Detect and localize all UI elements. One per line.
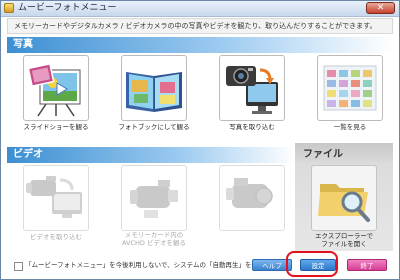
app-window: ムービーフォトメニュー ✕ メモリーカードやデジタルカメラ / ビデオカメラの中… <box>0 0 400 280</box>
description-text: メモリーカードやデジタルカメラ / ビデオカメラの中の写真やビデオを観たり、取り… <box>14 22 377 30</box>
slideshow-label: スライドショーを観る <box>23 123 89 131</box>
grid-view-icon <box>323 65 377 111</box>
avchd-video-item: メモリーカード内の AVCHD ビデオを観る <box>111 165 197 247</box>
open-explorer-label-line2: ファイルを開く <box>321 240 367 248</box>
video-section-header: ビデオ <box>7 147 295 163</box>
import-photos-label: 写真を取り込む <box>229 123 275 131</box>
slideshow-thumbnail <box>23 55 89 121</box>
open-explorer-label-line1: エクスプローラーで <box>315 232 373 240</box>
avchd-video-label-line2: AVCHD ビデオを観る <box>122 239 186 247</box>
folder-search-icon <box>318 184 370 222</box>
slideshow-icon <box>27 63 81 117</box>
view-list-thumbnail <box>317 55 383 121</box>
disable-menu-checkbox[interactable] <box>14 262 23 271</box>
description-bar: メモリーカードやデジタルカメラ / ビデオカメラの中の写真やビデオを観たり、取り… <box>7 18 393 34</box>
title-bar[interactable]: ムービーフォトメニュー ✕ <box>1 1 399 17</box>
photobook-label: フォトブックにして観る <box>118 123 190 131</box>
view-list-item[interactable]: 一覧を見る <box>307 55 393 137</box>
file-panel: ファイル エクスプローラーで ファイルを開く <box>295 143 393 251</box>
video-camera-icon <box>130 180 178 218</box>
handycam-icon <box>226 178 273 208</box>
avchd-video-thumbnail <box>121 165 187 231</box>
video-camera-item <box>209 165 295 247</box>
import-photos-item[interactable]: 写真を取り込む <box>209 55 295 137</box>
photobook-thumbnail <box>121 55 187 121</box>
settings-highlight-annotation <box>286 251 338 277</box>
video-camera-thumbnail <box>219 165 285 231</box>
open-explorer-item[interactable]: エクスプローラーで ファイルを開く <box>301 165 387 248</box>
import-video-item: ビデオを取り込む <box>13 165 99 247</box>
app-icon <box>4 3 14 13</box>
exit-button[interactable]: 終了 <box>347 259 387 271</box>
file-section-header: ファイル <box>303 149 343 160</box>
video-camera-to-monitor-icon <box>26 176 82 218</box>
photobook-item[interactable]: フォトブックにして観る <box>111 55 197 137</box>
disable-menu-checkbox-label: 「ムービーフォトメニュー」を今後利用しないで、システムの「自動再生」を使う <box>25 261 265 269</box>
open-explorer-thumbnail <box>311 165 377 231</box>
avchd-video-label-line1: メモリーカード内の <box>124 231 184 239</box>
camera-to-monitor-icon <box>226 66 278 114</box>
import-video-thumbnail <box>23 165 89 231</box>
view-list-label: 一覧を見る <box>333 123 367 131</box>
close-button[interactable]: ✕ <box>366 2 395 14</box>
photobook-icon <box>126 72 182 112</box>
import-video-label: ビデオを取り込む <box>30 233 82 241</box>
import-photos-thumbnail <box>219 55 285 121</box>
slideshow-item[interactable]: スライドショーを観る <box>13 55 99 137</box>
window-title: ムービーフォトメニュー <box>18 3 117 13</box>
photo-section-header: 写真 <box>7 37 393 53</box>
